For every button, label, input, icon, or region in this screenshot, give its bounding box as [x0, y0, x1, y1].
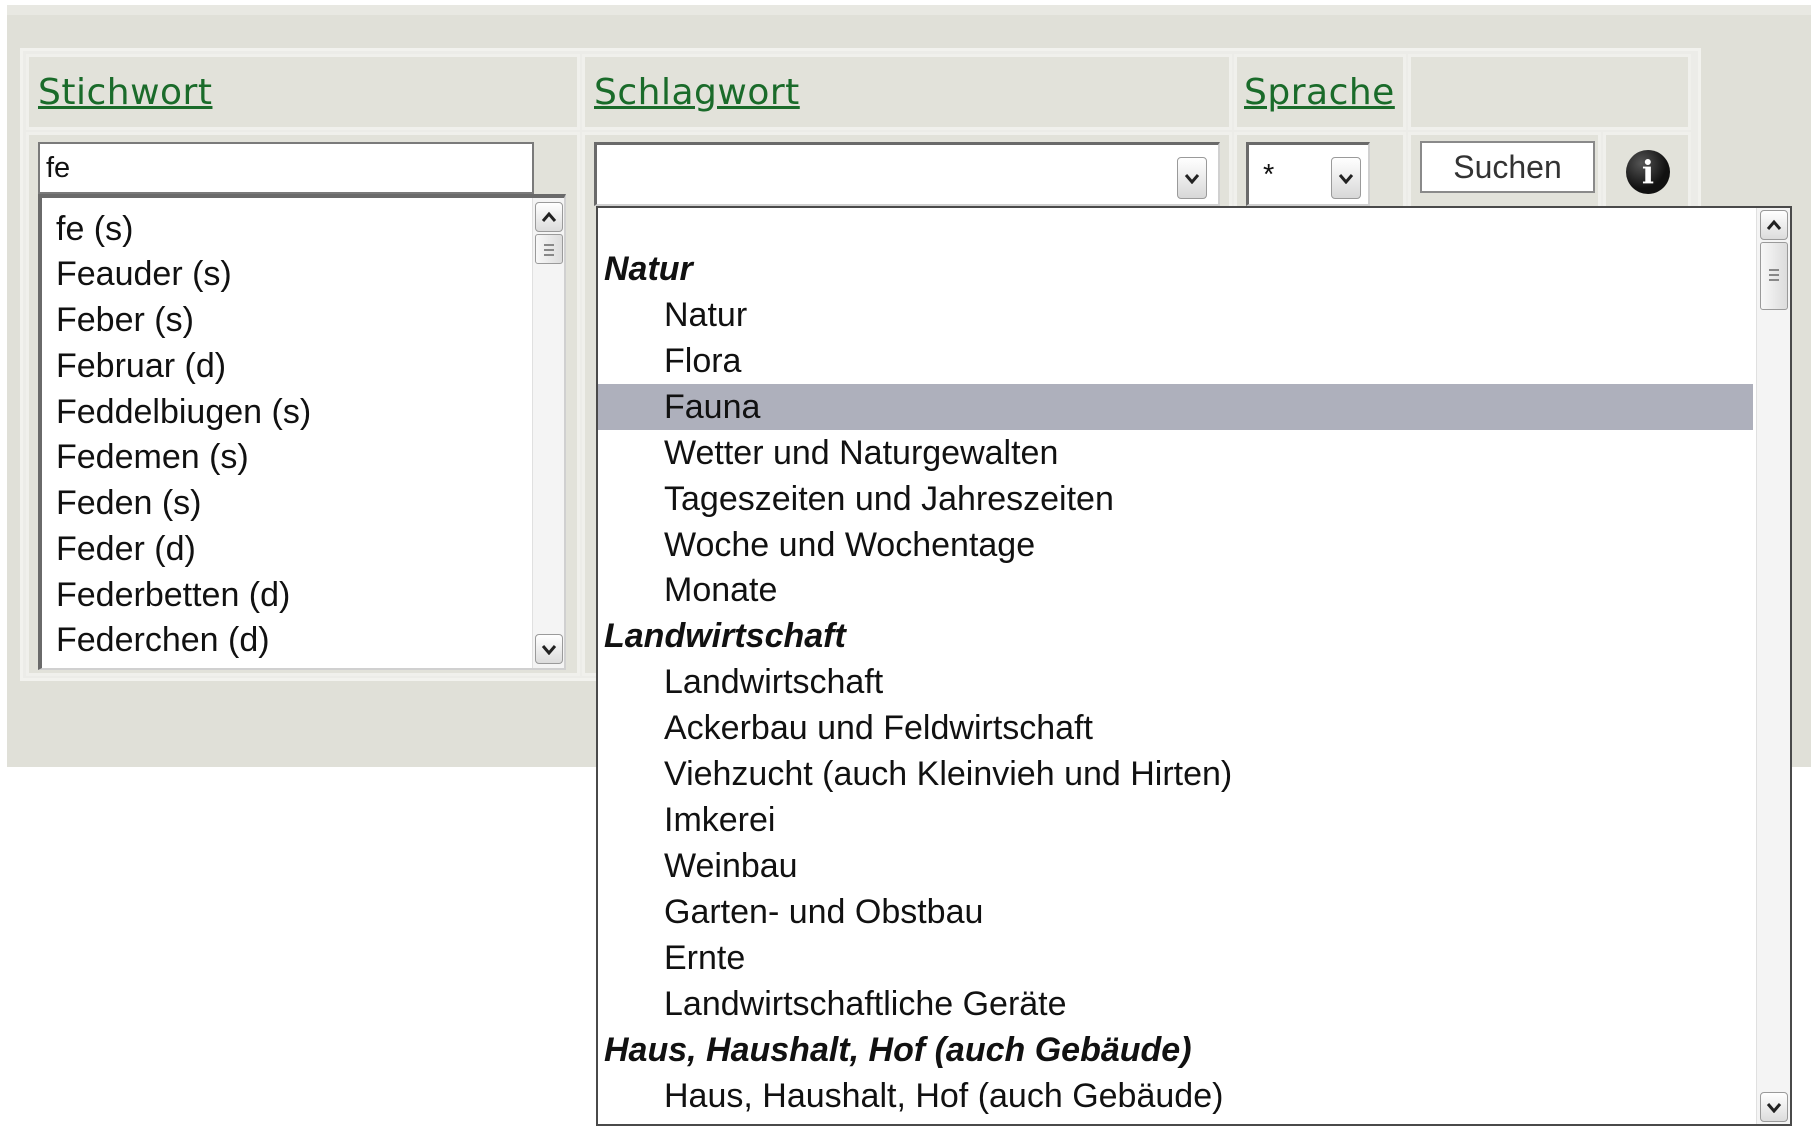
- dropdown-option[interactable]: Woche und Wochentage: [598, 522, 1753, 568]
- dropdown-option[interactable]: Viehzucht (auch Kleinvieh und Hirten): [598, 751, 1753, 797]
- dropdown-option[interactable]: Flora: [598, 338, 1753, 384]
- dropdown-scrollbar[interactable]: [1756, 208, 1790, 1124]
- list-item[interactable]: Federchen (d): [56, 621, 270, 660]
- list-item[interactable]: Feden (s): [56, 484, 202, 523]
- schlagwort-header-link[interactable]: Schlagwort: [594, 72, 800, 113]
- stichwort-suggestion-list[interactable]: fe (s) Feauder (s) Feber (s) Februar (d)…: [38, 194, 566, 670]
- dropdown-option[interactable]: Landwirtschaftliche Geräte: [598, 981, 1753, 1027]
- list-item[interactable]: Feddelbiugen (s): [56, 393, 311, 432]
- dropdown-group-landwirtschaft: Landwirtschaft: [604, 617, 846, 655]
- dropdown-option[interactable]: Tageszeiten und Jahreszeiten: [598, 476, 1753, 522]
- stichwort-input-value: fe: [46, 152, 71, 184]
- list-item[interactable]: Federbetten (d): [56, 576, 290, 615]
- chevron-down-icon: [1184, 174, 1200, 184]
- dropdown-option[interactable]: Imkerei: [598, 797, 1753, 843]
- sprache-header-link[interactable]: Sprache: [1244, 72, 1395, 113]
- schlagwort-dropdown-list[interactable]: Natur Natur Flora Fauna Wetter und Natur…: [596, 206, 1792, 1126]
- dropdown-option[interactable]: Ackerbau und Feldwirtschaft: [598, 705, 1753, 751]
- dropdown-option[interactable]: Monate: [598, 567, 1753, 613]
- scroll-down-button[interactable]: [535, 634, 563, 664]
- schlagwort-dropdown-button[interactable]: [1177, 157, 1207, 199]
- top-band: [7, 5, 1811, 15]
- scroll-up-button[interactable]: [1760, 210, 1788, 240]
- grip-line: [1769, 274, 1779, 276]
- dropdown-option[interactable]: Haus, Haushalt, Hof (auch Gebäude): [598, 1073, 1753, 1119]
- grip-line: [1769, 269, 1779, 271]
- chevron-down-icon: [1766, 1103, 1782, 1113]
- scroll-thumb[interactable]: [1760, 242, 1788, 310]
- stichwort-input[interactable]: fe: [38, 142, 534, 194]
- dropdown-group-haus: Haus, Haushalt, Hof (auch Gebäude): [604, 1031, 1192, 1069]
- list-item[interactable]: Februar (d): [56, 347, 226, 386]
- grip-line: [1769, 279, 1779, 281]
- scroll-thumb[interactable]: [535, 234, 563, 264]
- sprache-select-value: *: [1263, 159, 1275, 191]
- header-cell-empty: [1408, 54, 1691, 130]
- grip-line: [544, 249, 554, 251]
- sprache-dropdown-button[interactable]: [1331, 157, 1361, 199]
- sprache-select[interactable]: *: [1246, 142, 1370, 206]
- info-glyph: i: [1641, 153, 1655, 191]
- search-button[interactable]: Suchen: [1420, 141, 1595, 193]
- grip-line: [544, 244, 554, 246]
- chevron-down-icon: [541, 645, 557, 655]
- dropdown-option[interactable]: Wetter und Naturgewalten: [598, 430, 1753, 476]
- stichwort-list-scrollbar[interactable]: [532, 198, 564, 668]
- dropdown-option[interactable]: Garten- und Obstbau: [598, 889, 1753, 935]
- scroll-down-button[interactable]: [1760, 1092, 1788, 1122]
- stichwort-header-link[interactable]: Stichwort: [38, 72, 212, 113]
- schlagwort-select[interactable]: [594, 142, 1220, 206]
- list-item[interactable]: Feber (s): [56, 301, 194, 340]
- dropdown-group-natur: Natur: [604, 250, 693, 288]
- chevron-down-icon: [1338, 174, 1354, 184]
- dropdown-option[interactable]: Landwirtschaft: [598, 659, 1753, 705]
- dropdown-option[interactable]: Natur: [598, 292, 1753, 338]
- chevron-up-icon: [541, 211, 557, 222]
- info-icon[interactable]: i: [1626, 150, 1670, 194]
- dropdown-option[interactable]: Weinbau: [598, 843, 1753, 889]
- list-item[interactable]: Feder (d): [56, 530, 196, 569]
- dropdown-option[interactable]: Ernte: [598, 935, 1753, 981]
- list-item[interactable]: Feauder (s): [56, 255, 232, 294]
- scroll-up-button[interactable]: [535, 202, 563, 232]
- list-item[interactable]: fe (s): [56, 210, 133, 249]
- list-item[interactable]: Fedemen (s): [56, 438, 249, 477]
- grip-line: [544, 254, 554, 256]
- dropdown-option-selected[interactable]: Fauna: [598, 384, 1753, 430]
- chevron-up-icon: [1766, 219, 1782, 230]
